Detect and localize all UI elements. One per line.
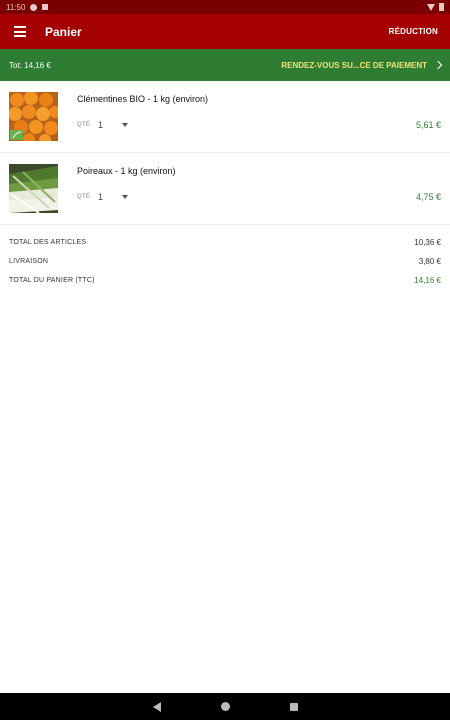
app-notification-icon bbox=[42, 4, 49, 10]
status-bar: 11:50 bbox=[0, 0, 450, 14]
app-bar: Panier RÉDUCTION bbox=[0, 14, 450, 49]
wifi-icon bbox=[427, 3, 435, 11]
cart-total-value: 14,16 € bbox=[414, 276, 441, 285]
system-navigation-bar bbox=[0, 693, 450, 720]
battery-icon bbox=[439, 3, 444, 11]
checkout-button[interactable]: RENDEZ-VOUS SU...CE DE PAIEMENT bbox=[281, 60, 443, 70]
item-price: 5,61 € bbox=[415, 120, 441, 130]
page-title: Panier bbox=[45, 24, 82, 39]
item-name: Clémentines BIO - 1 kg (environ) bbox=[77, 94, 209, 104]
articles-total-label: TOTAL DES ARTICLES bbox=[9, 239, 87, 246]
item-name: Poireaux - 1 kg (environ) bbox=[77, 166, 176, 176]
item-price: 4,75 € bbox=[415, 192, 441, 202]
organic-badge-icon bbox=[10, 130, 23, 140]
cart-total-row: TOTAL DU PANIER (TTC) 14,16 € bbox=[9, 271, 441, 290]
notification-icon bbox=[30, 3, 38, 11]
cart-total-label: TOTAL DU PANIER (TTC) bbox=[9, 277, 95, 284]
discount-button[interactable]: RÉDUCTION bbox=[377, 27, 450, 36]
chevron-right-icon bbox=[433, 60, 443, 70]
status-right bbox=[427, 3, 444, 11]
back-icon[interactable] bbox=[152, 701, 161, 712]
delivery-value: 3,80 € bbox=[418, 257, 441, 266]
quantity-select[interactable]: 1 bbox=[98, 120, 103, 130]
checkout-bar[interactable]: Tot: 14,16 € RENDEZ-VOUS SU...CE DE PAIE… bbox=[0, 49, 450, 81]
cart-items-list: Clémentines BIO - 1 kg (environ) QTÉ 1 5… bbox=[0, 81, 450, 225]
recent-apps-icon[interactable] bbox=[289, 702, 298, 711]
quantity-label: QTÉ bbox=[77, 122, 91, 128]
articles-total-value: 10,36 € bbox=[414, 238, 441, 247]
clementines-image bbox=[9, 92, 58, 141]
articles-total-row: TOTAL DES ARTICLES 10,36 € bbox=[9, 233, 441, 252]
quantity-label: QTÉ bbox=[77, 194, 91, 200]
status-left: 11:50 bbox=[6, 2, 49, 12]
dropdown-arrow-icon[interactable] bbox=[122, 123, 128, 127]
cart-totals: TOTAL DES ARTICLES 10,36 € LIVRAISON 3,8… bbox=[0, 233, 450, 290]
dropdown-arrow-icon[interactable] bbox=[122, 195, 128, 199]
leeks-image bbox=[9, 164, 58, 213]
cart-total-summary: Tot: 14,16 € bbox=[9, 60, 51, 70]
cart-item-poireaux[interactable]: Poireaux - 1 kg (environ) QTÉ 1 4,75 € bbox=[0, 153, 450, 225]
delivery-label: LIVRAISON bbox=[9, 258, 49, 265]
checkout-label: RENDEZ-VOUS SU...CE DE PAIEMENT bbox=[281, 60, 427, 70]
home-icon[interactable] bbox=[220, 702, 230, 711]
status-time: 11:50 bbox=[6, 2, 26, 12]
cart-item-clementines[interactable]: Clémentines BIO - 1 kg (environ) QTÉ 1 5… bbox=[0, 81, 450, 153]
delivery-row: LIVRAISON 3,80 € bbox=[9, 252, 441, 271]
quantity-select[interactable]: 1 bbox=[98, 192, 103, 202]
menu-icon[interactable] bbox=[0, 14, 40, 49]
